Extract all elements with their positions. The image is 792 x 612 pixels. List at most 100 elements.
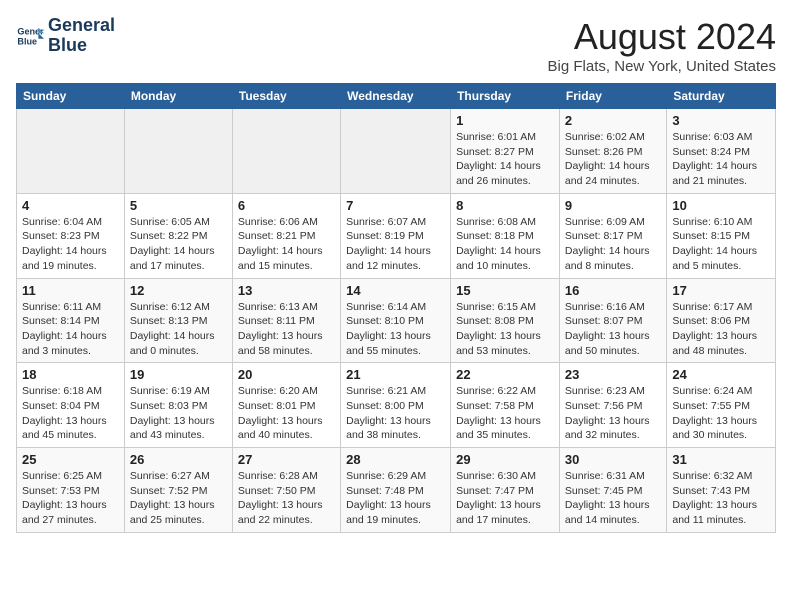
day-info: Sunrise: 6:16 AMSunset: 8:07 PMDaylight:… [565,300,661,359]
day-info: Sunrise: 6:15 AMSunset: 8:08 PMDaylight:… [456,300,554,359]
day-number: 21 [346,367,445,382]
day-info: Sunrise: 6:01 AMSunset: 8:27 PMDaylight:… [456,130,554,189]
calendar-cell-empty [232,109,340,194]
calendar-cell-21: 21 Sunrise: 6:21 AMSunset: 8:00 PMDayligh… [341,363,451,448]
day-number: 6 [238,198,335,213]
calendar-cell-18: 18Sunrise: 6:18 AMSunset: 8:04 PMDayligh… [17,363,125,448]
day-info: Sunrise: 6:12 AMSunset: 8:13 PMDaylight:… [130,300,227,359]
logo-icon: General Blue [16,22,44,50]
day-number: 23 [565,367,661,382]
calendar-cell-17: 17 Sunrise: 6:17 AMSunset: 8:06 PMDayligh… [667,278,776,363]
month-title: August 2024 [548,16,776,58]
day-info: Sunrise: 6:32 AMSunset: 7:43 PMDaylight:… [672,469,770,528]
day-number: 16 [565,283,661,298]
day-number: 24 [672,367,770,382]
calendar-cell-13: 13 Sunrise: 6:13 AMSunset: 8:11 PMDayligh… [232,278,340,363]
day-info: Sunrise: 6:25 AMSunset: 7:53 PMDaylight:… [22,469,119,528]
day-number: 5 [130,198,227,213]
page-header: General Blue General Blue August 2024 Bi… [16,16,776,75]
title-area: August 2024 Big Flats, New York, United … [548,16,776,75]
day-number: 25 [22,452,119,467]
day-info: Sunrise: 6:07 AMSunset: 8:19 PMDaylight:… [346,215,445,274]
day-number: 10 [672,198,770,213]
calendar-cell-28: 28 Sunrise: 6:29 AMSunset: 7:48 PMDayligh… [341,448,451,533]
day-info: Sunrise: 6:28 AMSunset: 7:50 PMDaylight:… [238,469,335,528]
weekday-header-tuesday: Tuesday [232,84,340,109]
day-number: 14 [346,283,445,298]
day-info: Sunrise: 6:03 AMSunset: 8:24 PMDaylight:… [672,130,770,189]
day-number: 4 [22,198,119,213]
day-info: Sunrise: 6:02 AMSunset: 8:26 PMDaylight:… [565,130,661,189]
calendar-cell-23: 23Sunrise: 6:23 AMSunset: 7:56 PMDayligh… [559,363,666,448]
calendar-cell-1: 1 Sunrise: 6:01 AMSunset: 8:27 PMDaylight… [451,109,560,194]
weekday-header-monday: Monday [124,84,232,109]
svg-text:Blue: Blue [17,36,37,46]
calendar-cell-20: 20 Sunrise: 6:20 AMSunset: 8:01 PMDayligh… [232,363,340,448]
logo-text-line1: General [48,16,115,36]
day-info: Sunrise: 6:08 AMSunset: 8:18 PMDaylight:… [456,215,554,274]
calendar-cell-24: 24 Sunrise: 6:24 AMSunset: 7:55 PMDayligh… [667,363,776,448]
day-number: 19 [130,367,227,382]
logo-text-line2: Blue [48,36,115,56]
calendar-cell-31: 31Sunrise: 6:32 AMSunset: 7:43 PMDayligh… [667,448,776,533]
day-number: 1 [456,113,554,128]
day-number: 17 [672,283,770,298]
calendar-cell-10: 10Sunrise: 6:10 AMSunset: 8:15 PMDayligh… [667,193,776,278]
day-number: 3 [672,113,770,128]
calendar-cell-15: 15 Sunrise: 6:15 AMSunset: 8:08 PMDayligh… [451,278,560,363]
day-number: 11 [22,283,119,298]
day-number: 29 [456,452,554,467]
calendar-cell-11: 11 Sunrise: 6:11 AMSunset: 8:14 PMDayligh… [17,278,125,363]
calendar-cell-empty [124,109,232,194]
day-number: 22 [456,367,554,382]
weekday-header-thursday: Thursday [451,84,560,109]
weekday-header-wednesday: Wednesday [341,84,451,109]
calendar-cell-6: 6 Sunrise: 6:06 AMSunset: 8:21 PMDaylight… [232,193,340,278]
day-info: Sunrise: 6:29 AMSunset: 7:48 PMDaylight:… [346,469,445,528]
day-info: Sunrise: 6:17 AMSunset: 8:06 PMDaylight:… [672,300,770,359]
day-number: 30 [565,452,661,467]
day-info: Sunrise: 6:24 AMSunset: 7:55 PMDaylight:… [672,384,770,443]
day-info: Sunrise: 6:20 AMSunset: 8:01 PMDaylight:… [238,384,335,443]
calendar-cell-27: 27 Sunrise: 6:28 AMSunset: 7:50 PMDayligh… [232,448,340,533]
day-number: 12 [130,283,227,298]
day-info: Sunrise: 6:19 AMSunset: 8:03 PMDaylight:… [130,384,227,443]
calendar-cell-7: 7 Sunrise: 6:07 AMSunset: 8:19 PMDaylight… [341,193,451,278]
calendar-cell-2: 2 Sunrise: 6:02 AMSunset: 8:26 PMDaylight… [559,109,666,194]
day-info: Sunrise: 6:13 AMSunset: 8:11 PMDaylight:… [238,300,335,359]
weekday-header-friday: Friday [559,84,666,109]
weekday-header-saturday: Saturday [667,84,776,109]
day-info: Sunrise: 6:06 AMSunset: 8:21 PMDaylight:… [238,215,335,274]
day-number: 7 [346,198,445,213]
calendar-cell-empty [17,109,125,194]
day-info: Sunrise: 6:05 AMSunset: 8:22 PMDaylight:… [130,215,227,274]
calendar-cell-5: 5 Sunrise: 6:05 AMSunset: 8:22 PMDaylight… [124,193,232,278]
day-number: 2 [565,113,661,128]
day-number: 28 [346,452,445,467]
calendar-cell-25: 25 Sunrise: 6:25 AMSunset: 7:53 PMDayligh… [17,448,125,533]
day-number: 13 [238,283,335,298]
day-info: Sunrise: 6:11 AMSunset: 8:14 PMDaylight:… [22,300,119,359]
calendar-cell-9: 9Sunrise: 6:09 AMSunset: 8:17 PMDaylight… [559,193,666,278]
calendar-cell-4: 4Sunrise: 6:04 AMSunset: 8:23 PMDaylight… [17,193,125,278]
calendar-cell-29: 29 Sunrise: 6:30 AMSunset: 7:47 PMDayligh… [451,448,560,533]
calendar-table: SundayMondayTuesdayWednesdayThursdayFrid… [16,83,776,533]
calendar-cell-30: 30Sunrise: 6:31 AMSunset: 7:45 PMDayligh… [559,448,666,533]
day-number: 26 [130,452,227,467]
calendar-cell-3: 3 Sunrise: 6:03 AMSunset: 8:24 PMDaylight… [667,109,776,194]
day-number: 15 [456,283,554,298]
calendar-cell-26: 26Sunrise: 6:27 AMSunset: 7:52 PMDayligh… [124,448,232,533]
location-title: Big Flats, New York, United States [548,58,776,75]
calendar-cell-19: 19 Sunrise: 6:19 AMSunset: 8:03 PMDayligh… [124,363,232,448]
day-info: Sunrise: 6:22 AMSunset: 7:58 PMDaylight:… [456,384,554,443]
day-info: Sunrise: 6:14 AMSunset: 8:10 PMDaylight:… [346,300,445,359]
day-number: 18 [22,367,119,382]
calendar-cell-8: 8 Sunrise: 6:08 AMSunset: 8:18 PMDaylight… [451,193,560,278]
day-info: Sunrise: 6:30 AMSunset: 7:47 PMDaylight:… [456,469,554,528]
day-info: Sunrise: 6:21 AMSunset: 8:00 PMDaylight:… [346,384,445,443]
day-number: 8 [456,198,554,213]
day-number: 27 [238,452,335,467]
calendar-cell-22: 22 Sunrise: 6:22 AMSunset: 7:58 PMDayligh… [451,363,560,448]
day-info: Sunrise: 6:09 AMSunset: 8:17 PMDaylight:… [565,215,661,274]
day-number: 20 [238,367,335,382]
